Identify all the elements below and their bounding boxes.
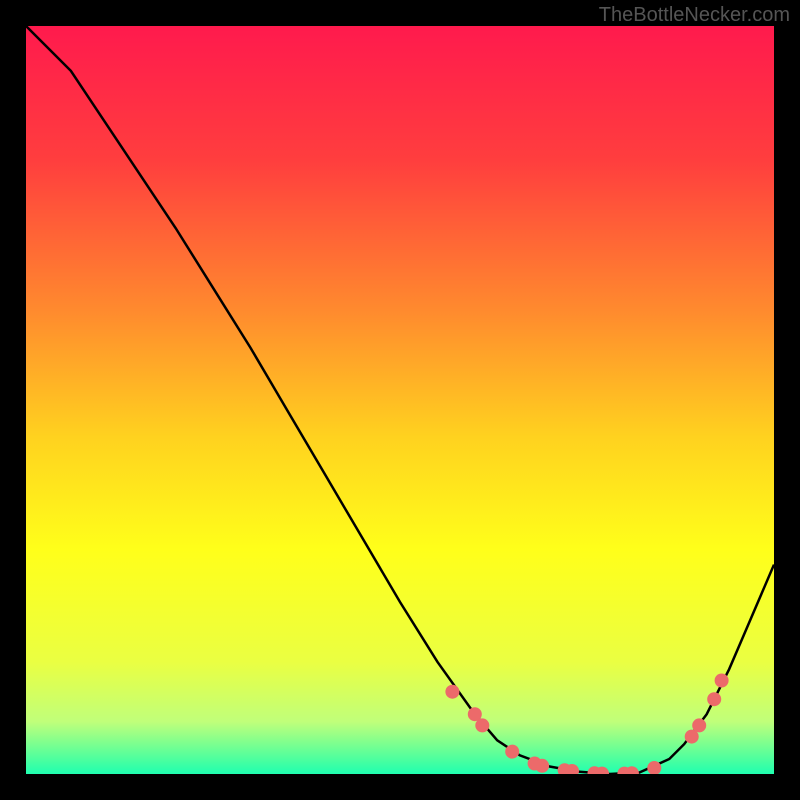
marker-point bbox=[535, 759, 549, 773]
watermark-text: TheBottleNecker.com bbox=[599, 4, 790, 27]
curve-layer bbox=[26, 26, 774, 774]
marker-point bbox=[707, 692, 721, 706]
plot-area bbox=[26, 26, 774, 774]
marker-point bbox=[692, 718, 706, 732]
highlight-markers bbox=[445, 674, 728, 775]
marker-point bbox=[505, 745, 519, 759]
bottleneck-curve bbox=[26, 26, 774, 774]
marker-point bbox=[475, 718, 489, 732]
marker-point bbox=[715, 674, 729, 688]
marker-point bbox=[445, 685, 459, 699]
